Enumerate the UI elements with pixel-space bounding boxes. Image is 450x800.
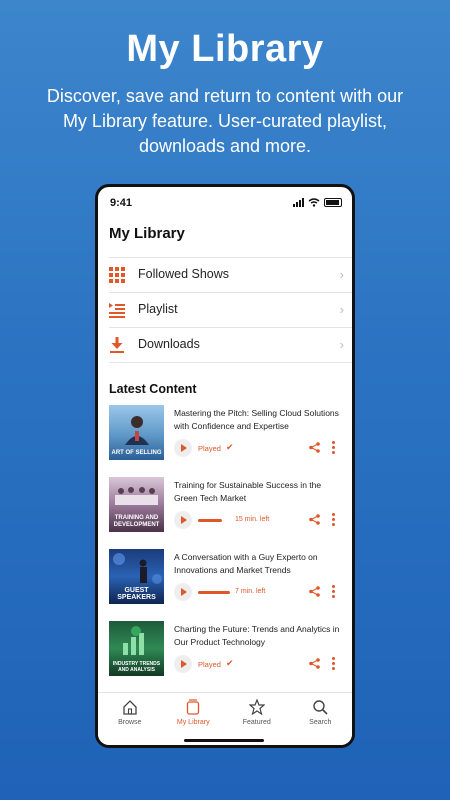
latest-content-list: ART OF SELLING Mastering the Pitch: Sell… <box>109 405 346 693</box>
thumbnail-caption: GUEST SPEAKERS <box>117 587 156 601</box>
tab-browse[interactable]: Browse <box>98 693 162 745</box>
status-bar: 9:41 <box>110 197 342 211</box>
progress-bar <box>198 591 230 594</box>
played-status: Played <box>198 660 221 669</box>
download-icon <box>110 337 124 353</box>
menu-label-followed-shows: Followed Shows <box>138 267 230 281</box>
search-icon <box>313 700 328 715</box>
play-button[interactable] <box>174 439 192 457</box>
episode-controls: 15 min. left <box>174 511 346 529</box>
more-options-icon[interactable] <box>332 513 336 527</box>
share-icon[interactable] <box>309 586 320 597</box>
wifi-icon <box>308 198 320 207</box>
list-item[interactable]: INDUSTRY TRENDS AND ANALYSIS Charting th… <box>109 621 346 693</box>
thumbnail-caption: TRAINING AND DEVELOPMENT <box>113 515 160 528</box>
tab-label: Featured <box>242 719 271 726</box>
phone-frame: 9:41 My Library Followed Shows › Playlis… <box>95 184 355 748</box>
latest-content-heading: Latest Content <box>109 382 197 396</box>
play-button[interactable] <box>174 655 192 673</box>
episode-thumbnail[interactable]: ART OF SELLING <box>109 405 164 460</box>
episode-thumbnail[interactable]: GUEST SPEAKERS <box>109 549 164 604</box>
library-menu: Followed Shows › Playlist › Downloads › <box>109 257 352 363</box>
episode-thumbnail[interactable]: INDUSTRY TRENDS AND ANALYSIS <box>109 621 164 676</box>
tab-label: Browse <box>118 719 142 726</box>
menu-item-playlist[interactable]: Playlist › <box>109 292 352 327</box>
share-icon[interactable] <box>309 514 320 525</box>
page-title: My Library <box>109 225 185 242</box>
time-left: 15 min. left <box>235 516 270 523</box>
thumbnail-caption: ART OF SELLING <box>111 450 162 456</box>
grid-icon <box>109 267 125 283</box>
menu-label-downloads: Downloads <box>138 337 200 351</box>
share-icon[interactable] <box>309 442 320 453</box>
episode-title[interactable]: Charting the Future: Trends and Analytic… <box>174 623 346 649</box>
menu-item-followed-shows[interactable]: Followed Shows › <box>109 257 352 292</box>
status-time: 9:41 <box>110 197 133 209</box>
list-item[interactable]: ART OF SELLING Mastering the Pitch: Sell… <box>109 405 346 477</box>
signal-icon <box>293 198 304 207</box>
thumbnail-caption: INDUSTRY TRENDS AND ANALYSIS <box>112 661 161 673</box>
more-options-icon[interactable] <box>332 657 336 671</box>
tab-featured[interactable]: Featured <box>225 693 289 745</box>
chevron-right-icon: › <box>339 267 344 282</box>
hero-subtitle: Discover, save and return to content wit… <box>46 86 404 156</box>
episode-title[interactable]: A Conversation with a Guy Experto on Inn… <box>174 551 346 577</box>
episode-thumbnail[interactable]: TRAINING AND DEVELOPMENT <box>109 477 164 532</box>
episode-title[interactable]: Mastering the Pitch: Selling Cloud Solut… <box>174 407 346 433</box>
episode-title[interactable]: Training for Sustainable Success in the … <box>174 479 346 505</box>
checkmark-icon: ✔ <box>226 442 234 452</box>
tab-label: Search <box>309 719 332 726</box>
tab-label: My Library <box>176 719 210 726</box>
menu-label-playlist: Playlist <box>138 302 178 316</box>
menu-item-downloads[interactable]: Downloads › <box>109 327 352 363</box>
chevron-right-icon: › <box>339 302 344 317</box>
battery-icon <box>324 198 342 207</box>
playlist-icon <box>109 303 125 318</box>
episode-controls: 7 min. left <box>174 583 346 601</box>
episode-controls: Played ✔ <box>174 655 346 673</box>
checkmark-icon: ✔ <box>226 658 234 668</box>
home-icon <box>123 700 137 715</box>
list-item[interactable]: TRAINING AND DEVELOPMENT Training for Su… <box>109 477 346 549</box>
share-icon[interactable] <box>309 658 320 669</box>
tab-search[interactable]: Search <box>289 693 353 745</box>
list-item[interactable]: GUEST SPEAKERS A Conversation with a Guy… <box>109 549 346 621</box>
played-status: Played <box>198 444 221 453</box>
more-options-icon[interactable] <box>332 585 336 599</box>
star-icon <box>248 699 265 715</box>
status-icons <box>293 198 342 207</box>
play-button[interactable] <box>174 511 192 529</box>
time-left: 7 min. left <box>235 588 266 595</box>
home-indicator <box>184 739 264 742</box>
bottom-tab-bar: Browse My Library Featured Search <box>98 692 352 745</box>
progress-bar <box>198 519 222 522</box>
hero-title: My Library <box>126 28 324 70</box>
more-options-icon[interactable] <box>332 441 336 455</box>
tab-my-library[interactable]: My Library <box>162 693 226 745</box>
chevron-right-icon: › <box>339 337 344 352</box>
episode-controls: Played ✔ <box>174 439 346 457</box>
play-button[interactable] <box>174 583 192 601</box>
library-icon <box>187 699 200 715</box>
